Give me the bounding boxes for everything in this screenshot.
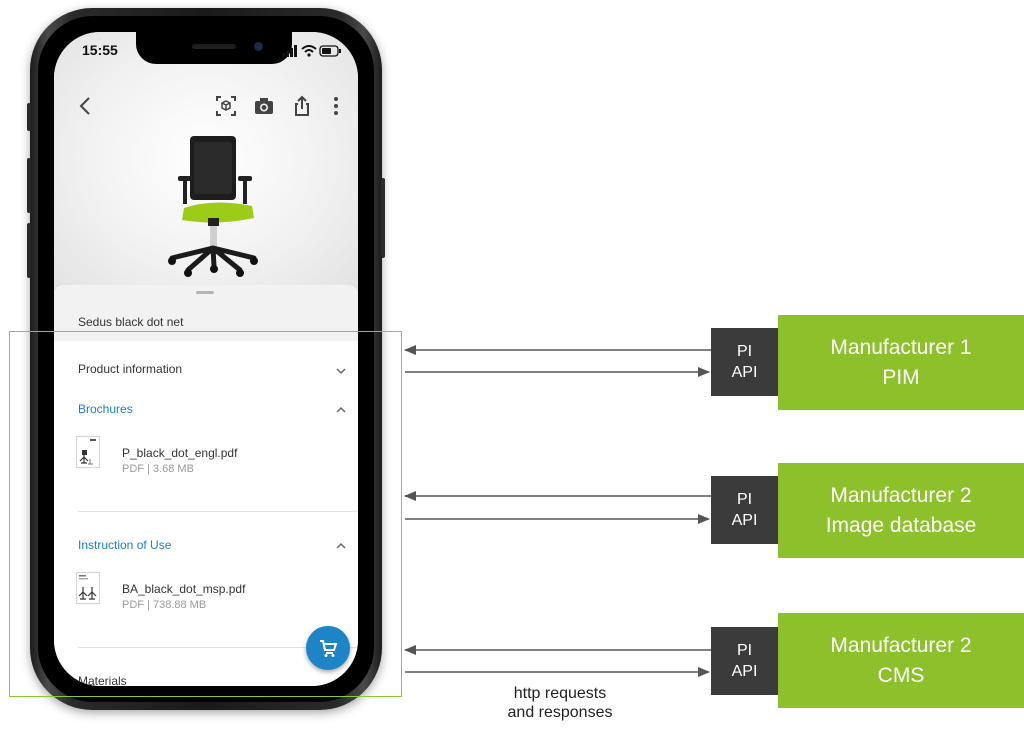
pi-api-box-1: PI API [711, 328, 778, 396]
caption-line: and responses [507, 704, 613, 721]
manufacturer-name: Manufacturer 1 [830, 335, 972, 359]
manufacturer-system: PIM [882, 365, 920, 389]
pi-api-box-3: PI API [711, 627, 778, 695]
manufacturer-2-cms-box: Manufacturer 2 CMS [778, 613, 1024, 708]
api-label: PI [736, 343, 753, 360]
manufacturer-name: Manufacturer 2 [830, 633, 972, 657]
api-label: PI [736, 642, 753, 659]
api-label: API [731, 512, 758, 529]
caption-line: http requests [513, 685, 607, 702]
manufacturer-1-pim-box: Manufacturer 1 PIM [778, 315, 1024, 410]
manufacturer-2-image-database-box: Manufacturer 2 Image database [778, 463, 1024, 558]
api-label: API [731, 364, 758, 381]
http-caption: http requests and responses [470, 684, 650, 722]
api-label: PI [736, 491, 753, 508]
manufacturer-name: Manufacturer 2 [830, 483, 972, 507]
manufacturer-system: CMS [877, 663, 925, 687]
manufacturer-system: Image database [825, 513, 977, 537]
api-label: API [731, 663, 758, 680]
pi-api-box-2: PI API [711, 476, 778, 544]
